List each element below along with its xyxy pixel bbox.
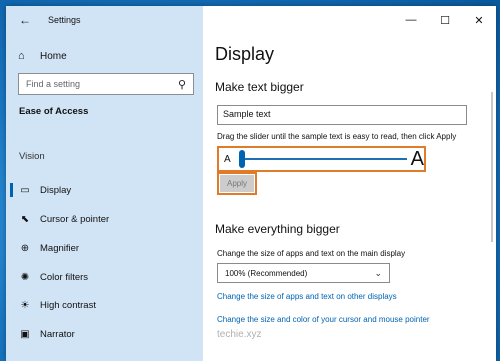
close-button[interactable]: ✕ [462, 6, 496, 34]
sidebar-item-label: Color filters [40, 271, 89, 283]
scrollbar[interactable] [491, 92, 493, 242]
minimize-button[interactable]: — [394, 6, 428, 34]
page-title: Display [215, 44, 275, 64]
sidebar-item-home[interactable]: ⌂ Home [18, 50, 67, 62]
color-filters-icon: ✺ [20, 271, 30, 283]
sidebar-item-label: Cursor & pointer [40, 213, 110, 225]
display-icon: ▭ [20, 184, 30, 196]
cursor-icon: ⬉ [20, 213, 30, 225]
slider-min-label: A [224, 153, 231, 165]
magnifier-icon: ⊕ [20, 242, 30, 254]
sidebar-item-high-contrast[interactable]: ☀ High contrast [6, 292, 203, 318]
slider-max-label: A [410, 147, 424, 170]
home-icon: ⌂ [18, 50, 25, 62]
chevron-down-icon: ⌄ [374, 267, 382, 278]
size-dropdown-value: 100% (Recommended) [225, 268, 308, 278]
sidebar: ← Settings ⌂ Home Find a setting ⚲ Ease … [6, 6, 203, 361]
high-contrast-icon: ☀ [20, 299, 30, 311]
sidebar-item-label: Display [40, 184, 72, 196]
sidebar-item-cursor-pointer[interactable]: ⬉ Cursor & pointer [6, 206, 203, 232]
minimize-icon: — [405, 14, 417, 26]
back-arrow-icon: ← [19, 13, 31, 27]
sidebar-item-display[interactable]: ▭ Display [6, 177, 203, 203]
sidebar-item-narrator[interactable]: ▣ Narrator [6, 321, 203, 347]
search-placeholder: Find a setting [26, 79, 81, 89]
sidebar-item-label: Magnifier [40, 242, 80, 254]
narrator-icon: ▣ [20, 328, 30, 340]
back-button[interactable]: ← [12, 7, 38, 33]
text-size-slider[interactable]: A A [217, 146, 426, 172]
sidebar-item-label: Home [40, 50, 67, 62]
text-bigger-heading: Make text bigger [215, 80, 304, 94]
sidebar-item-color-filters[interactable]: ✺ Color filters [6, 264, 203, 290]
main-content: — ☐ ✕ Display Make text bigger Sample te… [203, 6, 496, 361]
sidebar-item-label: High contrast [40, 299, 96, 311]
watermark: techie.xyz [217, 329, 262, 340]
apply-highlight: Apply [217, 172, 257, 195]
slider-track[interactable] [238, 150, 407, 168]
sidebar-item-label: Narrator [40, 328, 75, 340]
size-dropdown[interactable]: 100% (Recommended) ⌄ [217, 263, 390, 283]
other-displays-link[interactable]: Change the size of apps and text on othe… [217, 292, 397, 301]
sidebar-item-magnifier[interactable]: ⊕ Magnifier [6, 235, 203, 261]
window-controls: — ☐ ✕ [394, 6, 496, 34]
group-label: Vision [19, 151, 45, 162]
size-label: Change the size of apps and text on the … [217, 249, 406, 258]
close-icon: ✕ [474, 14, 484, 27]
maximize-button[interactable]: ☐ [428, 6, 462, 34]
maximize-icon: ☐ [440, 14, 450, 27]
cursor-size-link[interactable]: Change the size and color of your cursor… [217, 315, 430, 324]
window-title: Settings [48, 15, 81, 25]
sample-text-field[interactable]: Sample text [217, 105, 467, 125]
section-heading: Ease of Access [19, 106, 89, 117]
everything-bigger-heading: Make everything bigger [215, 222, 340, 236]
slider-hint: Drag the slider until the sample text is… [217, 132, 457, 141]
title-bar: ← Settings [6, 6, 203, 34]
settings-window: ← Settings ⌂ Home Find a setting ⚲ Ease … [6, 6, 496, 361]
slider-thumb[interactable] [238, 150, 245, 168]
apply-button[interactable]: Apply [220, 175, 254, 192]
search-input[interactable]: Find a setting ⚲ [18, 73, 194, 95]
search-icon: ⚲ [177, 78, 186, 91]
